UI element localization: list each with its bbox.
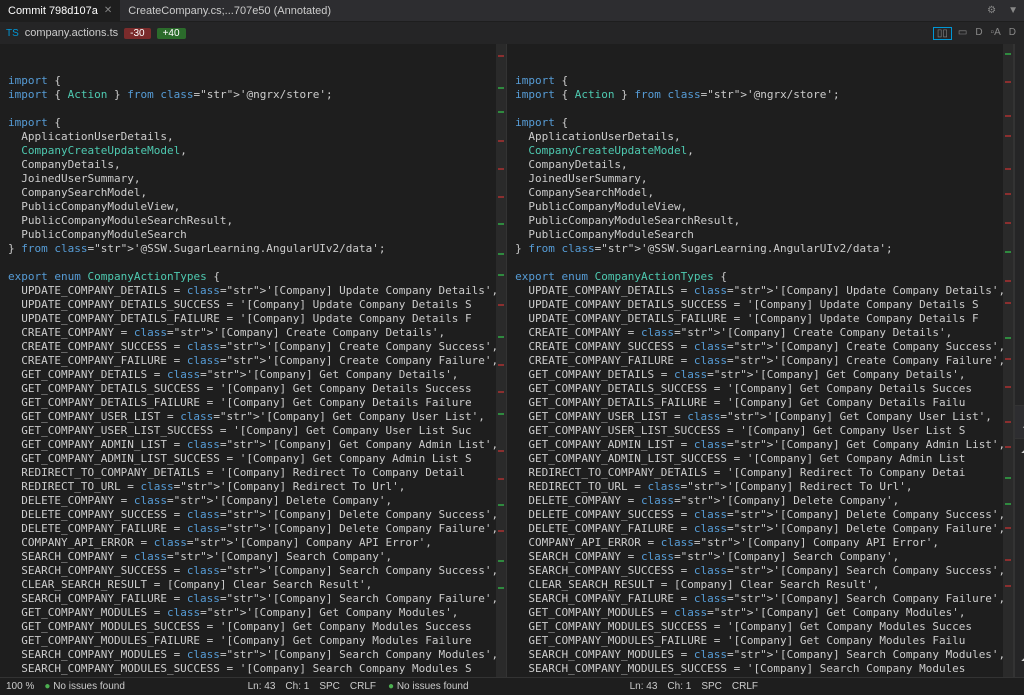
tree-folder[interactable]: ◢🗀libs\data\src\lib xyxy=(1015,617,1024,633)
status-bar-left: 100 % ● No issues found Ln: 43 Ch: 1 SPC… xyxy=(0,677,382,695)
split-view-icon[interactable]: ▯▯ xyxy=(933,27,952,40)
chevron-down-icon[interactable]: ▼ xyxy=(1002,5,1024,16)
tree-file[interactable]: TScompany.reducer.tsM xyxy=(1015,521,1024,537)
tree-folder[interactable]: ◢🗀SSW.SugarLearning.AngularUI xyxy=(1015,441,1024,457)
file-header: TS company.actions.ts -30 +40 ▯▯ ▭ D ▫A … xyxy=(0,22,1024,44)
tree-folder[interactable]: ◢🗀apps\sugar-learning\src\app\company xyxy=(1015,457,1024,473)
tree-folder[interactable]: ◢🗀SSW.SugarLearning.Application\Company xyxy=(1015,649,1024,665)
tree-file[interactable]: TSgenerated.service.tsM xyxy=(1015,633,1024,649)
inline-view-icon[interactable]: ▭ xyxy=(956,27,969,40)
commit-actions: Revert| Reset| Create Tag| Actions ▾ xyxy=(1015,324,1024,405)
tree-folder[interactable]: ◢🗀company-details-edit xyxy=(1015,585,1024,601)
diff-pane-left[interactable]: import {import { Action } from class="st… xyxy=(0,44,507,677)
lines-added-badge: +40 xyxy=(157,28,186,39)
scroll-strip-left[interactable] xyxy=(496,44,506,677)
commit-panel: Commit 798d107a Kaha Mason <KahaSMason@o… xyxy=(1014,44,1024,677)
tab-commit[interactable]: Commit 798d107a ✕ xyxy=(0,0,120,22)
tab-file[interactable]: CreateCompany.cs;...707e50 (Annotated) xyxy=(120,0,339,22)
lines-removed-badge: -30 xyxy=(124,28,150,39)
tree-folder[interactable]: ◢🗀company-create xyxy=(1015,553,1024,569)
tree-folder[interactable]: ◢🗀component xyxy=(1015,537,1024,553)
gear-icon[interactable]: ⚙ xyxy=(981,5,1002,16)
scroll-strip-right[interactable] xyxy=(1003,44,1013,677)
issues-indicator-2[interactable]: ● No issues found xyxy=(388,681,469,692)
close-icon[interactable]: ✕ xyxy=(104,5,112,16)
issues-indicator[interactable]: ● No issues found xyxy=(44,681,125,692)
tree-file[interactable]: TScompany-details-edit.compone...M xyxy=(1015,601,1024,617)
tree-folder[interactable]: ◢🗀+ state xyxy=(1015,473,1024,489)
tree-file[interactable]: TScompany.actions.tsM xyxy=(1015,489,1024,505)
typescript-icon: TS xyxy=(6,28,19,39)
status-bar-right: ● No issues found Ln: 43 Ch: 1 SPC CRLF xyxy=(382,677,764,695)
filename: company.actions.ts xyxy=(25,27,118,39)
toggle-whitespace-icon[interactable]: D xyxy=(973,27,984,40)
zoom-level[interactable]: 100 % xyxy=(6,681,34,692)
tree-folder[interactable]: ◢🗀Commands xyxy=(1015,665,1024,677)
changes-header[interactable]: ◢ Changes (17) ⋯ xyxy=(1015,405,1024,439)
tree-file[interactable]: TScompany-create.component.tsM xyxy=(1015,569,1024,585)
tab-bar: Commit 798d107a ✕ CreateCompany.cs;...70… xyxy=(0,0,1024,22)
toggle-ws2-icon[interactable]: ▫A xyxy=(989,27,1003,40)
tree-file[interactable]: TScompany.effects.tsM xyxy=(1015,505,1024,521)
toggle-view-icon[interactable]: D xyxy=(1007,27,1018,40)
changes-tree[interactable]: ◢🗀SSW.SugarLearning.AngularUI◢🗀apps\suga… xyxy=(1015,439,1024,677)
diff-pane-right[interactable]: import {import { Action } from class="st… xyxy=(507,44,1014,677)
diff-toolbar: ▯▯ ▭ D ▫A D xyxy=(933,27,1018,40)
